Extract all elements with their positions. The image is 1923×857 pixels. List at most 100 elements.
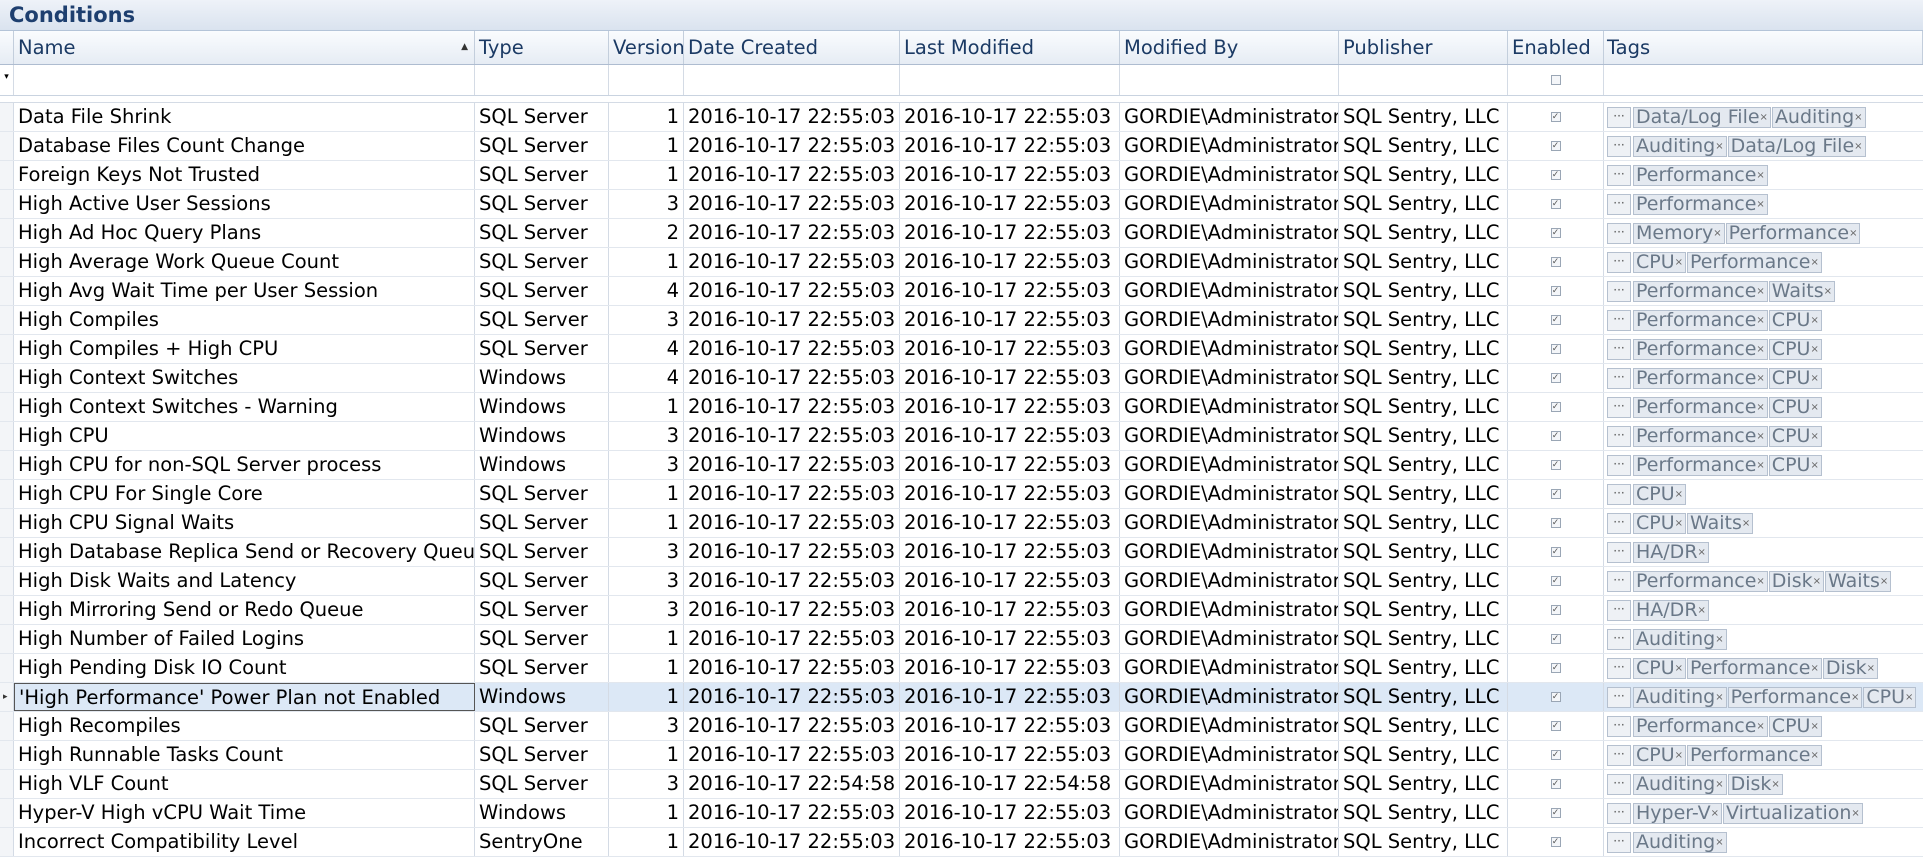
publisher-cell[interactable]: SQL Sentry, LLC	[1339, 422, 1508, 450]
table-row[interactable]: High Context Switches - Warning Windows 1 2…	[0, 393, 1923, 422]
table-row[interactable]: High Active User Sessions SQL Server 3 2016…	[0, 190, 1923, 219]
filter-modified-by[interactable]	[1120, 65, 1339, 95]
modified-by-cell[interactable]: GORDIE\Administrator	[1120, 567, 1339, 595]
version-cell[interactable]: 3	[609, 190, 684, 218]
type-cell[interactable]: SQL Server	[475, 596, 609, 624]
ellipsis-icon[interactable]: ···	[1607, 599, 1631, 621]
last-modified-cell[interactable]: 2016-10-17 22:55:03	[900, 451, 1120, 479]
version-cell[interactable]: 1	[609, 103, 684, 131]
tag-chip[interactable]: Performance×	[1633, 338, 1768, 360]
table-row[interactable]: High Pending Disk IO Count SQL Server 1 201…	[0, 654, 1923, 683]
name-cell[interactable]: High Context Switches	[14, 364, 475, 392]
tag-chip[interactable]: CPU×	[1863, 686, 1917, 708]
tag-chip[interactable]: Performance×	[1633, 280, 1768, 302]
date-created-cell[interactable]: 2016-10-17 22:55:03	[684, 567, 900, 595]
row-indicator-cell[interactable]	[0, 219, 14, 247]
row-indicator-cell[interactable]	[0, 770, 14, 798]
row-indicator-cell[interactable]	[0, 480, 14, 508]
publisher-cell[interactable]: SQL Sentry, LLC	[1339, 335, 1508, 363]
name-cell[interactable]: High Runnable Tasks Count	[14, 741, 475, 769]
filter-name[interactable]	[14, 65, 475, 95]
publisher-cell[interactable]: SQL Sentry, LLC	[1339, 538, 1508, 566]
date-created-cell[interactable]: 2016-10-17 22:55:03	[684, 828, 900, 856]
date-created-cell[interactable]: 2016-10-17 22:55:03	[684, 683, 900, 711]
enabled-checkbox[interactable]: ✓	[1550, 489, 1561, 499]
table-row[interactable]: High Average Work Queue Count SQL Server 1…	[0, 248, 1923, 277]
tag-chip[interactable]: Data/Log File×	[1633, 106, 1771, 128]
tag-chip[interactable]: Performance×	[1687, 251, 1822, 273]
tag-remove-icon[interactable]: ×	[1756, 286, 1764, 297]
version-cell[interactable]: 3	[609, 306, 684, 334]
date-created-cell[interactable]: 2016-10-17 22:55:03	[684, 451, 900, 479]
table-row[interactable]: Foreign Keys Not Trusted SQL Server 1 2016-…	[0, 161, 1923, 190]
tag-remove-icon[interactable]: ×	[1756, 373, 1764, 384]
name-cell[interactable]: High Database Replica Send or Recovery Q…	[14, 538, 475, 566]
publisher-cell[interactable]: SQL Sentry, LLC	[1339, 712, 1508, 740]
tag-remove-icon[interactable]: ×	[1810, 431, 1818, 442]
table-row[interactable]: Hyper-V High vCPU Wait Time Windows 1 2016-…	[0, 799, 1923, 828]
ellipsis-icon[interactable]: ···	[1607, 251, 1631, 273]
tag-chip[interactable]: Performance×	[1633, 164, 1768, 186]
modified-by-cell[interactable]: GORDIE\Administrator	[1120, 393, 1339, 421]
tag-chip[interactable]: CPU×	[1633, 483, 1687, 505]
modified-by-cell[interactable]: GORDIE\Administrator	[1120, 828, 1339, 856]
column-header-version[interactable]: Version	[609, 31, 684, 64]
type-cell[interactable]: SentryOne	[475, 828, 609, 856]
ellipsis-icon[interactable]: ···	[1607, 541, 1631, 563]
type-cell[interactable]: SQL Server	[475, 654, 609, 682]
tag-chip[interactable]: Auditing×	[1633, 686, 1727, 708]
enabled-checkbox[interactable]: ✓	[1550, 170, 1561, 180]
tag-remove-icon[interactable]: ×	[1905, 692, 1913, 703]
date-created-cell[interactable]: 2016-10-17 22:55:03	[684, 654, 900, 682]
ellipsis-icon[interactable]: ···	[1607, 222, 1631, 244]
name-cell[interactable]: Database Files Count Change	[14, 132, 475, 160]
last-modified-cell[interactable]: 2016-10-17 22:54:58	[900, 770, 1120, 798]
enabled-checkbox[interactable]: ✓	[1550, 199, 1561, 209]
tag-chip[interactable]: Performance×	[1633, 193, 1768, 215]
name-cell[interactable]: High VLF Count	[14, 770, 475, 798]
name-cell[interactable]: High Compiles	[14, 306, 475, 334]
tag-chip[interactable]: CPU×	[1768, 454, 1822, 476]
tag-chip[interactable]: Performance×	[1633, 309, 1768, 331]
modified-by-cell[interactable]: GORDIE\Administrator	[1120, 306, 1339, 334]
row-indicator-cell[interactable]	[0, 248, 14, 276]
tag-remove-icon[interactable]: ×	[1810, 721, 1818, 732]
tag-chip[interactable]: Performance×	[1725, 222, 1861, 244]
publisher-cell[interactable]: SQL Sentry, LLC	[1339, 451, 1508, 479]
enabled-checkbox[interactable]: ✓	[1550, 750, 1561, 760]
table-row[interactable]: High Mirroring Send or Redo Queue SQL Ser…	[0, 596, 1923, 625]
ellipsis-icon[interactable]: ···	[1607, 454, 1631, 476]
publisher-cell[interactable]: SQL Sentry, LLC	[1339, 190, 1508, 218]
name-cell[interactable]: High Mirroring Send or Redo Queue	[14, 596, 475, 624]
version-cell[interactable]: 1	[609, 132, 684, 160]
modified-by-cell[interactable]: GORDIE\Administrator	[1120, 596, 1339, 624]
ellipsis-icon[interactable]: ···	[1607, 164, 1631, 186]
modified-by-cell[interactable]: GORDIE\Administrator	[1120, 683, 1339, 711]
filter-enabled-checkbox[interactable]	[1550, 75, 1561, 85]
table-row[interactable]: High CPU Signal Waits SQL Server 1 2016-10-…	[0, 509, 1923, 538]
tag-remove-icon[interactable]: ×	[1851, 692, 1859, 703]
date-created-cell[interactable]: 2016-10-17 22:55:03	[684, 306, 900, 334]
type-cell[interactable]: SQL Server	[475, 741, 609, 769]
name-cell[interactable]: High CPU for non-SQL Server process	[14, 451, 475, 479]
name-cell[interactable]: High Active User Sessions	[14, 190, 475, 218]
type-cell[interactable]: SQL Server	[475, 103, 609, 131]
ellipsis-icon[interactable]: ···	[1607, 570, 1631, 592]
row-indicator-cell[interactable]	[0, 799, 14, 827]
enabled-checkbox[interactable]: ✓	[1550, 663, 1561, 673]
version-cell[interactable]: 1	[609, 741, 684, 769]
tag-chip[interactable]: Performance×	[1633, 425, 1768, 447]
row-indicator-cell[interactable]	[0, 712, 14, 740]
tag-chip[interactable]: CPU×	[1768, 309, 1822, 331]
tag-remove-icon[interactable]: ×	[1810, 373, 1818, 384]
table-row[interactable]: High Compiles + High CPU SQL Server 4 2016-…	[0, 335, 1923, 364]
date-created-cell[interactable]: 2016-10-17 22:55:03	[684, 480, 900, 508]
table-row[interactable]: Database Files Count Change SQL Server 1 20…	[0, 132, 1923, 161]
enabled-checkbox[interactable]: ✓	[1550, 228, 1561, 238]
enabled-checkbox[interactable]: ✓	[1550, 721, 1561, 731]
tag-chip[interactable]: Auditing×	[1771, 106, 1866, 128]
date-created-cell[interactable]: 2016-10-17 22:55:03	[684, 161, 900, 189]
enabled-checkbox[interactable]: ✓	[1550, 460, 1561, 470]
ellipsis-icon[interactable]: ···	[1607, 686, 1631, 708]
tag-chip[interactable]: HA/DR×	[1633, 541, 1709, 563]
